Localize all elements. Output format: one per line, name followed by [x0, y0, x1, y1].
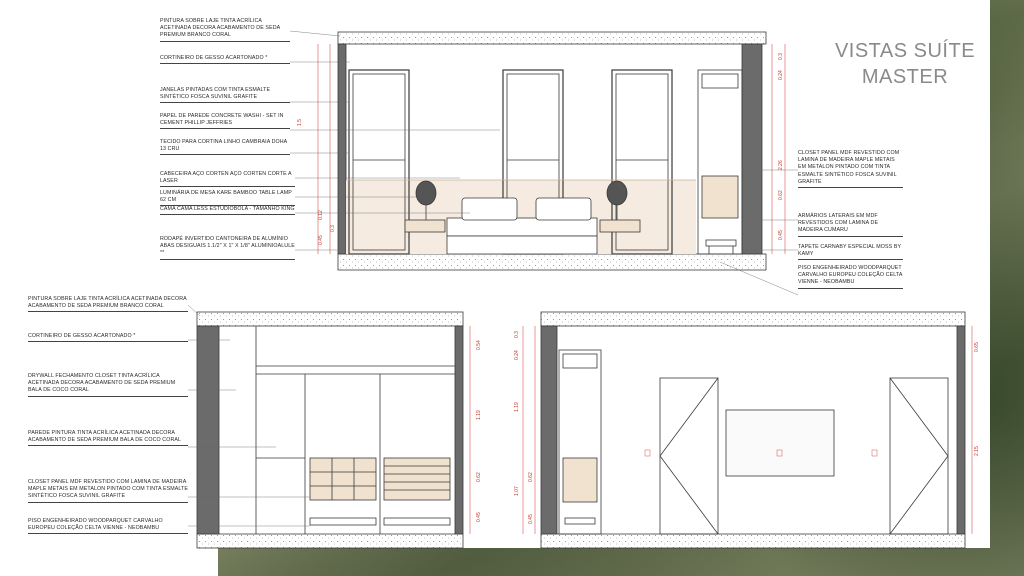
dim-c-l6: 0.45 — [528, 514, 534, 524]
dim-a-right-3: 2.26 — [778, 160, 784, 170]
elevation-a — [289, 30, 799, 296]
dim-b-1: 0.54 — [476, 340, 482, 350]
dim-b-2: 1.19 — [476, 410, 482, 420]
dim-c-l5: 1.07 — [514, 486, 520, 496]
dim-c-r1: 0.65 — [974, 342, 980, 352]
dim-c-l3: 1.19 — [514, 402, 520, 412]
dim-a-left-1: 1.5 — [297, 119, 303, 126]
dim-a-left-4: 0.45 — [318, 235, 324, 245]
dim-a-right-1: 0.3 — [778, 53, 784, 60]
elevation-b — [187, 304, 471, 549]
dim-a-right-4: 0.62 — [778, 190, 784, 200]
dim-c-r2: 2.15 — [974, 446, 980, 456]
dim-a-left-2: 0.12 — [318, 210, 324, 220]
elevation-c — [522, 311, 973, 549]
dim-c-l2: 0.24 — [514, 350, 520, 360]
dim-a-right-5: 0.45 — [778, 230, 784, 240]
dim-a-left-3: 0.3 — [330, 225, 336, 232]
dim-c-l1: 0.3 — [514, 331, 520, 338]
dim-b-3: 0.62 — [476, 472, 482, 482]
dim-c-l4: 0.62 — [528, 472, 534, 482]
elevation-drawings: 1.5 0.12 0.3 0.45 0.3 0.24 2.26 0.62 0.4… — [187, 30, 980, 549]
dim-b-4: 0.45 — [476, 512, 482, 522]
dim-a-right-2: 0.24 — [778, 70, 784, 80]
